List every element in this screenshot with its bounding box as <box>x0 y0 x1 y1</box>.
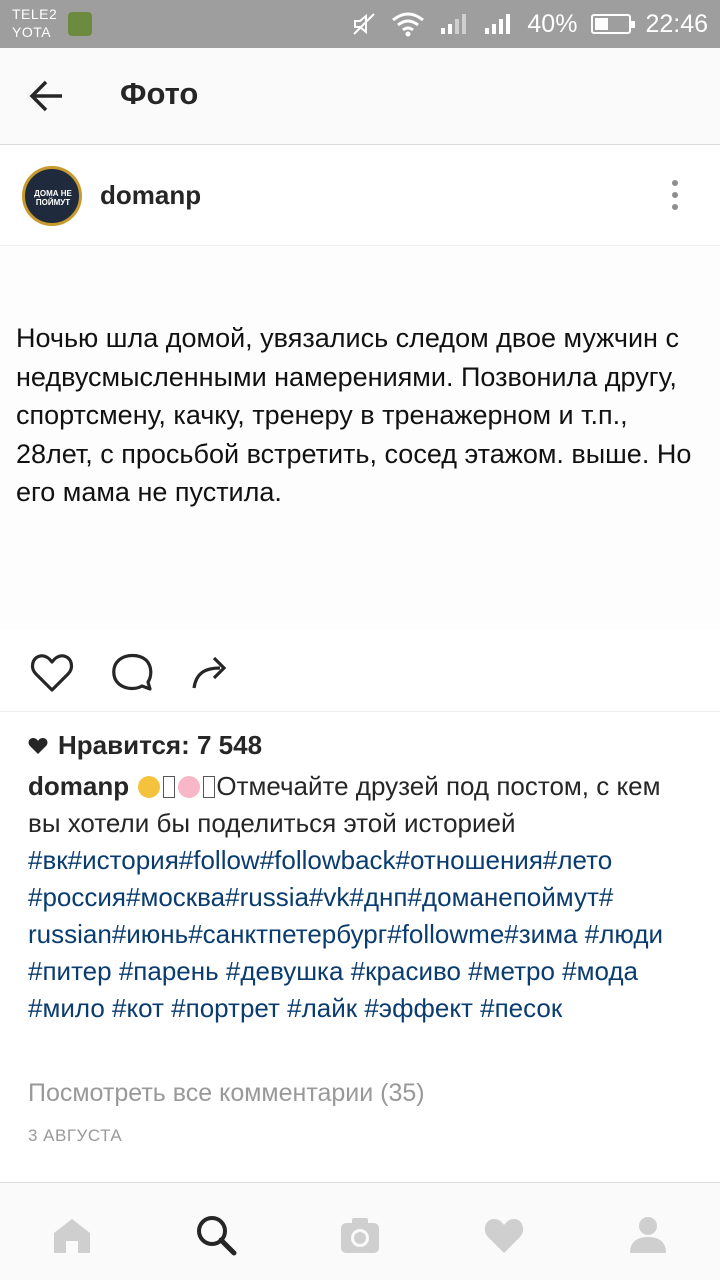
home-icon[interactable] <box>50 1213 94 1257</box>
camera-icon[interactable] <box>338 1213 382 1257</box>
heart-outline-icon[interactable] <box>28 648 76 696</box>
app-header: Фото <box>0 48 720 145</box>
signal-2-icon <box>485 14 511 34</box>
bottom-navigation <box>0 1182 720 1280</box>
status-bar: TELE2 YOTA 40% 22:46 <box>0 0 720 48</box>
view-all-comments-link[interactable]: Посмотреть все комментарии (35) <box>28 1079 425 1108</box>
likes-label: Нравится: 7 548 <box>58 730 263 760</box>
unknown-glyph-icon <box>163 776 176 798</box>
post-photo[interactable]: Ночью шла домой, увязались следом двое м… <box>0 247 720 629</box>
notification-app-icon <box>68 12 92 36</box>
page-title: Фото <box>120 76 199 111</box>
profile-icon[interactable] <box>626 1213 670 1257</box>
hashtags[interactable]: #вк#история#follow#followback#отношения#… <box>28 842 698 1027</box>
post-header: ДОМА НЕ ПОЙМУТ domanp <box>0 146 720 246</box>
post-username[interactable]: domanp <box>100 180 201 211</box>
photo-text: Ночью шла домой, увязались следом двое м… <box>16 323 692 507</box>
post-date: 3 АВГУСТА <box>28 1126 123 1145</box>
caption-username[interactable]: domanp <box>28 771 129 801</box>
avatar-logo-text: ДОМА НЕ ПОЙМУТ <box>34 189 72 207</box>
post-caption: domanp Отмечайте друзей под постом, с ке… <box>28 768 698 1027</box>
signal-1-icon <box>441 14 467 34</box>
wifi-icon <box>392 12 425 37</box>
likes-count[interactable]: Нравится: 7 548 <box>28 730 262 761</box>
unknown-glyph-icon <box>203 776 216 798</box>
heart-icon[interactable] <box>482 1213 526 1257</box>
share-icon[interactable] <box>188 648 236 696</box>
arrow-left-icon[interactable] <box>26 78 66 114</box>
emoji-praying-icon <box>138 776 161 798</box>
carrier-2: YOTA <box>12 24 52 40</box>
clock: 22:46 <box>645 9 708 38</box>
search-icon[interactable] <box>194 1213 238 1257</box>
comment-icon[interactable] <box>108 648 156 696</box>
heart-filled-icon <box>28 737 48 754</box>
carrier-1: TELE2 <box>12 6 58 22</box>
post-actions <box>0 630 720 712</box>
battery-icon <box>591 14 636 34</box>
avatar[interactable]: ДОМА НЕ ПОЙМУТ <box>22 166 82 226</box>
battery-percent: 40% <box>527 9 578 38</box>
carrier-labels: TELE2 YOTA <box>12 5 57 41</box>
mute-icon <box>353 13 376 35</box>
status-icons: 40% 22:46 <box>351 0 708 48</box>
emoji-person-icon <box>178 776 201 798</box>
more-vertical-icon[interactable] <box>672 180 680 214</box>
